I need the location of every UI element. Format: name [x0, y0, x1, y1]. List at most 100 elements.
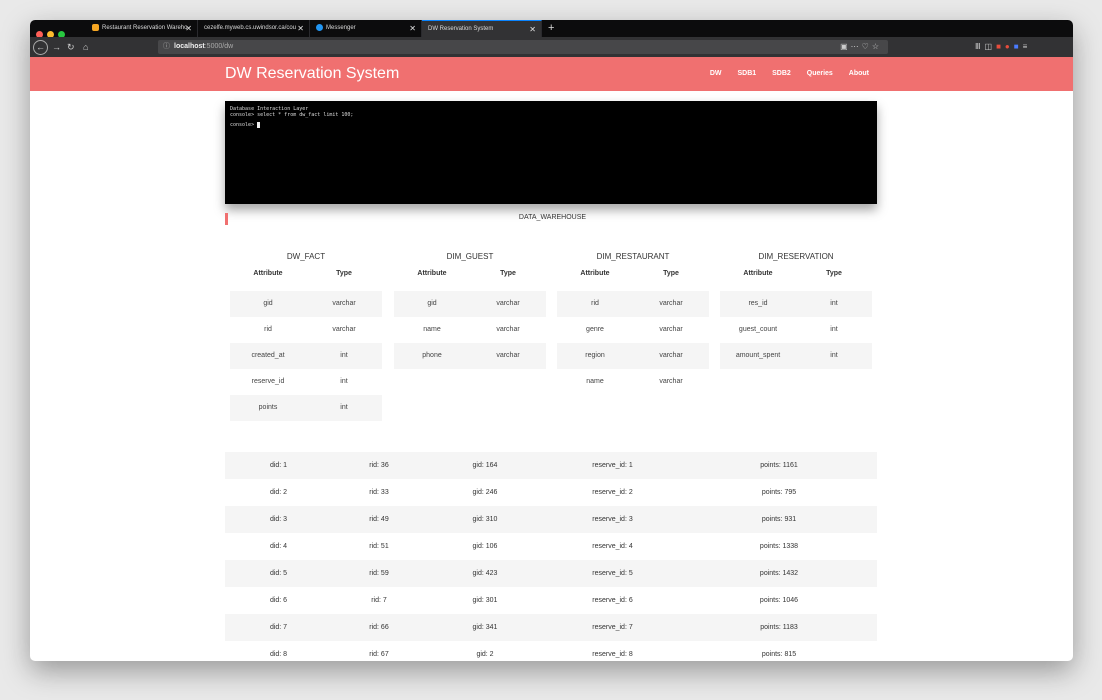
- new-tab-button[interactable]: +: [548, 20, 554, 36]
- type-cell: varchar: [496, 300, 520, 307]
- schema-row: gid varchar: [394, 291, 546, 317]
- address-bar[interactable]: ⓘ localhost:5000/dw ▣⋯♡☆: [158, 40, 888, 54]
- type-cell: varchar: [332, 326, 356, 333]
- schema-header: Attribute Type: [394, 270, 546, 282]
- bookmark-star-icon[interactable]: ☆: [872, 42, 882, 51]
- table-row: did: 3 rid: 49 gid: 310 reserve_id: 3 points…: [225, 506, 877, 533]
- tab-uwindsor[interactable]: cezelfe.myweb.cs.uwindsor.ca/cou ✕: [198, 20, 310, 37]
- nav-about[interactable]: About: [849, 70, 869, 77]
- close-tab-icon[interactable]: ✕: [185, 20, 192, 37]
- type-header: Type: [826, 270, 842, 277]
- points-cell: points: 1338: [759, 543, 799, 550]
- points-cell: points: 1161: [760, 462, 798, 469]
- nav-sdb1[interactable]: SDB1: [737, 70, 756, 77]
- type-cell: int: [340, 352, 348, 359]
- url-host: localhost: [174, 43, 205, 50]
- rid-cell: rid: 67: [369, 651, 389, 658]
- attribute-cell: gid: [263, 300, 273, 307]
- close-tab-icon[interactable]: ✕: [409, 20, 416, 37]
- extension-icon[interactable]: ■: [996, 42, 1005, 51]
- schema-row: created_at int: [230, 343, 382, 369]
- gid-cell: gid: 246: [472, 489, 498, 496]
- type-cell: int: [340, 378, 348, 385]
- attribute-cell: phone: [422, 352, 442, 359]
- gid-cell: gid: 301: [472, 597, 498, 604]
- nav-queries[interactable]: Queries: [807, 70, 833, 77]
- attribute-cell: name: [586, 378, 604, 385]
- schema-header: Attribute Type: [720, 270, 872, 282]
- tab-restaurant-reservation[interactable]: Restaurant Reservation Wareho ✕: [86, 20, 198, 37]
- nav-sdb2[interactable]: SDB2: [772, 70, 791, 77]
- table-row: did: 7 rid: 66 gid: 341 reserve_id: 7 points…: [225, 614, 877, 641]
- rid-cell: rid: 36: [369, 462, 389, 469]
- schema-name: DIM_RESERVATION: [758, 252, 834, 261]
- tab-bar: Restaurant Reservation Wareho ✕ cezelfe.…: [30, 20, 1073, 38]
- tab-label: Restaurant Reservation Wareho: [102, 25, 188, 31]
- attribute-cell: rid: [591, 300, 599, 307]
- site-header: DW Reservation System DW SDB1 SDB2 Queri…: [30, 57, 1073, 91]
- attribute-cell: region: [585, 352, 605, 359]
- back-icon[interactable]: ←: [33, 40, 48, 55]
- table-row: did: 4 rid: 51 gid: 106 reserve_id: 4 points…: [225, 533, 877, 560]
- adblock-icon[interactable]: ●: [1005, 42, 1014, 51]
- type-cell: varchar: [659, 300, 683, 307]
- warehouse-title: DATA_WAREHOUSE: [518, 214, 587, 221]
- points-cell: points: 1046: [759, 597, 799, 604]
- site-title[interactable]: DW Reservation System: [225, 65, 399, 83]
- rid-cell: rid: 51: [369, 543, 389, 550]
- home-icon[interactable]: ⌂: [83, 40, 88, 54]
- schema-row: amount_spent int: [720, 343, 872, 369]
- menu-icon[interactable]: ≡: [1023, 42, 1032, 51]
- console-terminal[interactable]: Database Interaction Layer console> sele…: [225, 101, 877, 204]
- messenger-icon: [316, 23, 323, 31]
- reader-view-icon[interactable]: ▣: [840, 42, 851, 51]
- extension-blue-icon[interactable]: ■: [1014, 42, 1023, 51]
- close-tab-icon[interactable]: ✕: [529, 21, 536, 38]
- gid-cell: gid: 164: [472, 462, 498, 469]
- info-icon[interactable]: ⓘ: [163, 40, 170, 54]
- pocket-icon[interactable]: ♡: [862, 42, 872, 51]
- sidebar-icon[interactable]: ◫: [985, 42, 997, 51]
- tab-dw-reservation[interactable]: DW Reservation System ✕: [422, 20, 542, 37]
- attribute-header: Attribute: [580, 270, 610, 277]
- rid-cell: rid: 33: [369, 489, 389, 496]
- table-row: did: 8 rid: 67 gid: 2 reserve_id: 8 points: …: [225, 641, 877, 661]
- toolbar-icons: Ⅲ◫■●■≡: [975, 40, 1031, 54]
- fact-table: did: 1 rid: 36 gid: 164 reserve_id: 1 points…: [225, 452, 877, 661]
- more-actions-icon[interactable]: ⋯: [851, 42, 862, 51]
- forward-icon[interactable]: →: [52, 40, 61, 54]
- schema-row: phone varchar: [394, 343, 546, 369]
- browser-window: Restaurant Reservation Wareho ✕ cezelfe.…: [30, 20, 1073, 661]
- table-row: did: 1 rid: 36 gid: 164 reserve_id: 1 points…: [225, 452, 877, 479]
- reserve-id-cell: reserve_id: 5: [592, 570, 633, 577]
- schema-row: region varchar: [557, 343, 709, 369]
- schema-name: DW_FACT: [286, 252, 326, 261]
- attribute-cell: rid: [264, 326, 272, 333]
- schema-header: Attribute Type: [230, 270, 382, 282]
- did-cell: did: 4: [269, 543, 288, 550]
- tab-label: DW Reservation System: [428, 26, 494, 32]
- type-cell: int: [340, 404, 348, 411]
- spreadsheet-icon: [92, 23, 99, 31]
- did-cell: did: 3: [269, 516, 288, 523]
- console-prompt-line[interactable]: console>: [230, 122, 872, 128]
- attribute-cell: guest_count: [738, 326, 778, 333]
- reload-icon[interactable]: ↻: [67, 40, 75, 54]
- rid-cell: rid: 49: [369, 516, 389, 523]
- schema-row: rid varchar: [230, 317, 382, 343]
- console-prompt: console>: [230, 122, 255, 128]
- reserve-id-cell: reserve_id: 2: [592, 489, 633, 496]
- attribute-cell: amount_spent: [735, 352, 781, 359]
- nav-dw[interactable]: DW: [710, 70, 722, 77]
- close-tab-icon[interactable]: ✕: [297, 20, 304, 37]
- library-icon[interactable]: Ⅲ: [975, 42, 985, 51]
- page-actions: ▣⋯♡☆: [840, 40, 882, 54]
- rid-cell: rid: 7: [371, 597, 387, 604]
- gid-cell: gid: 341: [472, 624, 498, 631]
- tab-messenger[interactable]: Messenger ✕: [310, 20, 422, 37]
- console-command: console> select * from dw_fact limit 100…: [230, 112, 354, 118]
- schema-name: DIM_GUEST: [446, 252, 494, 261]
- schema-dim-restaurant: DIM_RESTAURANT Attribute Type rid varchar …: [557, 252, 709, 395]
- attribute-cell: genre: [586, 326, 604, 333]
- schema-dim-reservation: DIM_RESERVATION Attribute Type res_id int …: [720, 252, 872, 369]
